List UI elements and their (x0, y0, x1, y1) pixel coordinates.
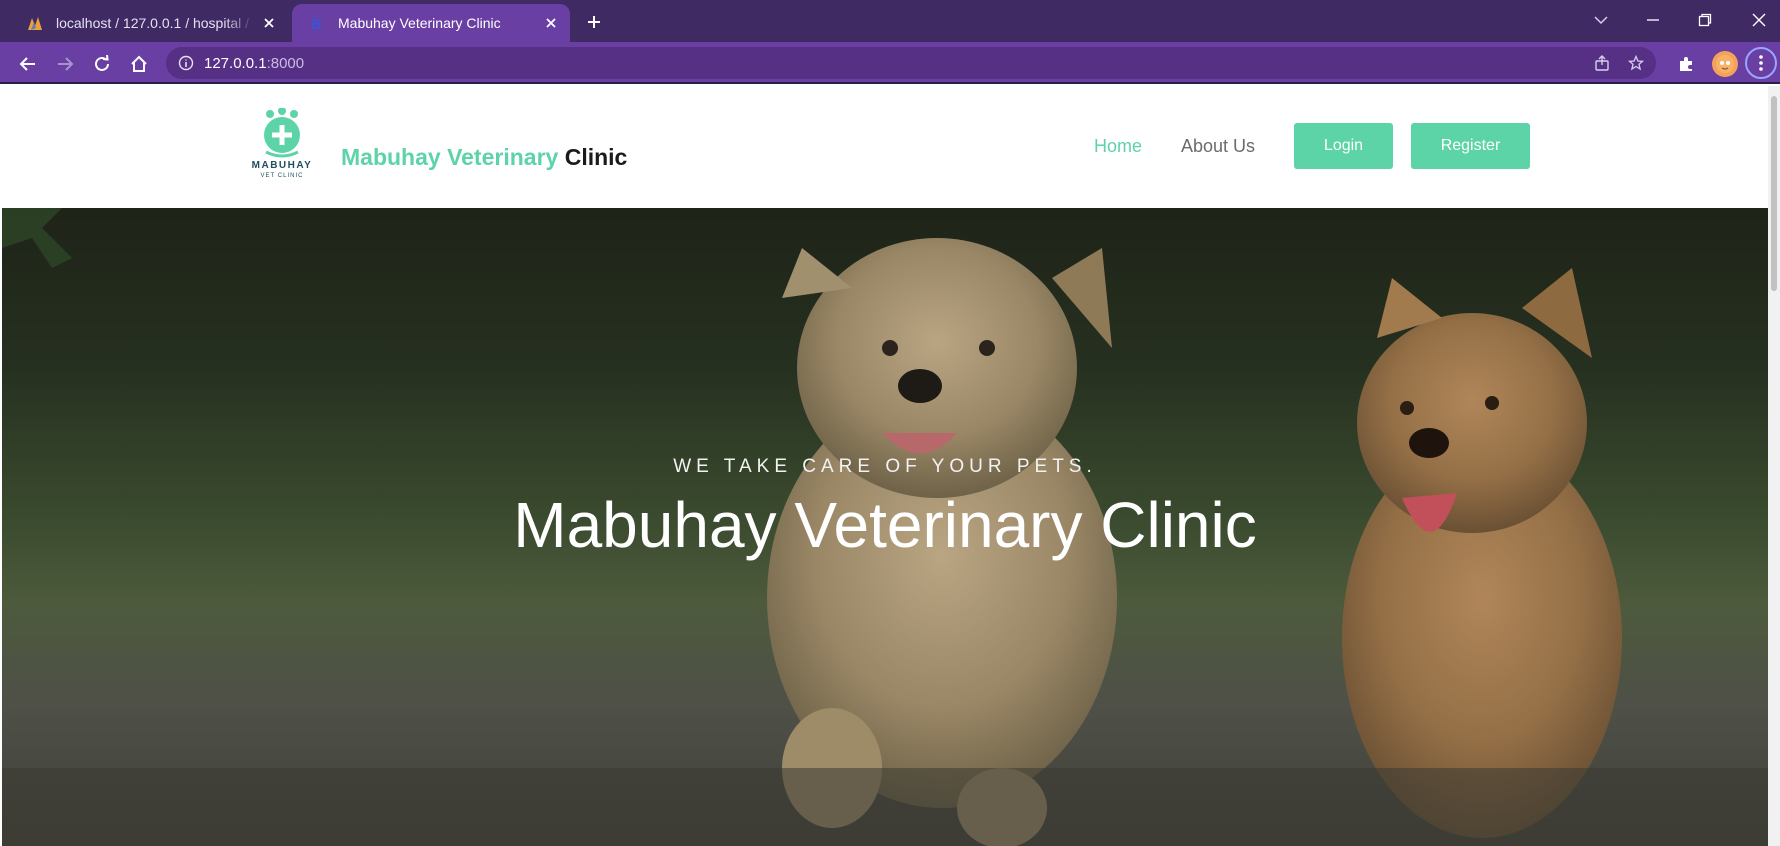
tab-title: localhost / 127.0.0.1 / hospital / a (56, 15, 254, 31)
info-icon[interactable] (178, 55, 194, 71)
brand-part-green: Mabuhay Veterinary (341, 144, 559, 170)
minimize-icon (1647, 19, 1659, 21)
browser-menu-button[interactable] (1745, 47, 1777, 79)
svg-text:B: B (311, 16, 322, 32)
hero-banner: WE TAKE CARE OF YOUR PETS. Mabuhay Veter… (2, 208, 1768, 846)
restore-icon (1698, 13, 1712, 27)
new-tab-button[interactable] (582, 10, 606, 34)
restore-button[interactable] (1691, 8, 1719, 32)
plus-icon (588, 16, 600, 28)
reload-button[interactable] (89, 51, 115, 77)
star-icon[interactable] (1624, 51, 1648, 75)
page-scrollbar[interactable] (1768, 86, 1780, 846)
paw-cross-icon (264, 107, 300, 158)
nav-about-link[interactable]: About Us (1181, 136, 1255, 157)
brand-name[interactable]: Mabuhay Veterinary Clinic (341, 144, 627, 171)
address-bar[interactable]: 127.0.0.1:8000 (166, 47, 1656, 79)
logo-name: MABUHAY (251, 160, 313, 171)
tab-title: Mabuhay Veterinary Clinic (338, 15, 501, 31)
share-icon[interactable] (1590, 51, 1614, 75)
scrollbar-thumb[interactable] (1771, 96, 1777, 291)
back-button[interactable] (15, 51, 41, 77)
close-window-button[interactable] (1745, 8, 1773, 32)
forward-button[interactable] (52, 51, 78, 77)
logo-subtitle: VET CLINIC (260, 173, 304, 179)
chevron-down-icon (1594, 16, 1608, 25)
home-button[interactable] (126, 51, 152, 77)
close-icon[interactable] (542, 14, 560, 32)
site-logo[interactable]: MABUHAY VET CLINIC (240, 107, 324, 188)
close-icon[interactable] (260, 14, 278, 32)
home-icon (131, 55, 147, 72)
brand-part-dark: Clinic (564, 144, 628, 170)
kebab-menu-icon (1759, 55, 1763, 71)
arrow-right-icon (58, 57, 74, 71)
phpmyadmin-icon (28, 17, 42, 30)
profile-icon (1716, 55, 1734, 73)
login-button[interactable]: Login (1294, 123, 1393, 169)
hero-title: Mabuhay Veterinary Clinic (513, 489, 1257, 561)
hero-tagline: WE TAKE CARE OF YOUR PETS. (673, 456, 1097, 477)
tab-mabuhay[interactable]: B Mabuhay Veterinary Clinic (292, 4, 570, 42)
register-button[interactable]: Register (1411, 123, 1530, 169)
browser-tab-bar: localhost / 127.0.0.1 / hospital / a B M… (0, 0, 1780, 42)
tab-search-button[interactable] (1587, 8, 1615, 32)
url-host: 127.0.0.1 (204, 54, 267, 72)
puzzle-icon (1680, 57, 1692, 71)
close-icon (1752, 13, 1766, 27)
extensions-button[interactable] (1673, 51, 1699, 77)
reload-icon (95, 55, 109, 71)
avatar[interactable] (1712, 51, 1738, 77)
nav-home-link[interactable]: Home (1094, 136, 1142, 157)
site-header: MABUHAY VET CLINIC Mabuhay Veterinary Cl… (0, 86, 1768, 208)
page-viewport: MABUHAY VET CLINIC Mabuhay Veterinary Cl… (0, 86, 1780, 846)
arrow-left-icon (19, 57, 35, 71)
url-port: :8000 (266, 54, 305, 72)
tab-phpmyadmin[interactable]: localhost / 127.0.0.1 / hospital / a (16, 4, 288, 42)
browser-toolbar: 127.0.0.1:8000 (0, 42, 1780, 84)
minimize-button[interactable] (1639, 8, 1667, 32)
bootstrap-icon: B (311, 16, 322, 32)
